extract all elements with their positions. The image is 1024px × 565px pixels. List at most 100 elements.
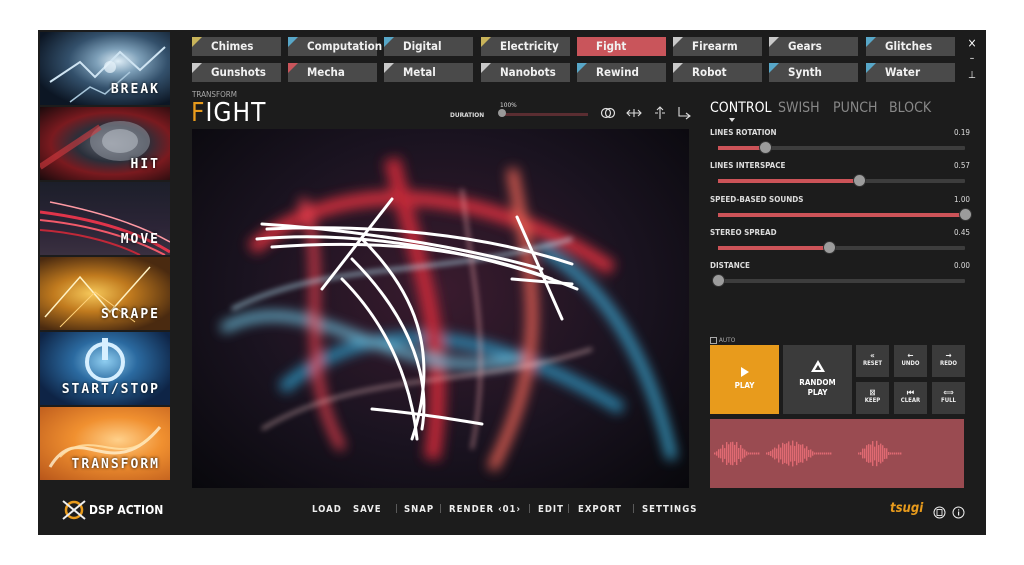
preset-firearm[interactable]: Firearm: [673, 37, 762, 56]
preset-mecha[interactable]: Mecha: [288, 63, 377, 82]
category-move[interactable]: MOVE: [40, 182, 170, 255]
slider-knob[interactable]: [823, 240, 837, 254]
preset-color-marker: [769, 63, 779, 73]
undo-button[interactable]: ← UNDO: [894, 345, 927, 377]
preset-color-marker: [192, 63, 202, 73]
waveform-bar: [772, 449, 774, 458]
category-hit[interactable]: HIT: [40, 107, 170, 180]
tab-block[interactable]: BLOCK: [889, 100, 931, 116]
category-transform[interactable]: TRANSFORM: [40, 407, 170, 480]
preset-synth[interactable]: Synth: [769, 63, 858, 82]
preset-rewind[interactable]: Rewind: [577, 63, 666, 82]
slider-knob[interactable]: [712, 274, 725, 288]
pin-button[interactable]: ⊥: [966, 70, 978, 81]
speed-based-sounds-value: 1.00: [953, 194, 970, 204]
preset-color-marker: [288, 37, 298, 47]
waveform-bar: [794, 445, 796, 462]
auto-label: AUTO: [718, 336, 736, 344]
active-tab-indicator: [729, 118, 735, 122]
auto-checkbox[interactable]: AUTO: [710, 336, 735, 344]
waveform-bar: [870, 444, 872, 463]
waveform[interactable]: [710, 419, 964, 488]
preset-electricity[interactable]: Electricity: [481, 37, 570, 56]
preset-robot[interactable]: Robot: [673, 63, 762, 82]
rotate-icon[interactable]: [652, 106, 668, 120]
distance-slider[interactable]: [712, 274, 965, 288]
preset-digital[interactable]: Digital: [384, 37, 473, 56]
preset-computation[interactable]: Computation: [288, 37, 382, 56]
waveform-bar: [726, 442, 728, 465]
random-play-button[interactable]: RANDOM PLAY: [783, 345, 852, 414]
preset-label: Water: [885, 65, 921, 79]
preset-gears[interactable]: Gears: [769, 37, 858, 56]
tab-punch[interactable]: PUNCH: [833, 100, 878, 116]
waveform-bar: [808, 449, 810, 458]
minimize-button[interactable]: –: [966, 53, 978, 64]
preset-metal[interactable]: Metal: [384, 63, 473, 82]
full-button[interactable]: ⟺ FULL: [932, 382, 965, 414]
tab-swish[interactable]: SWISH: [778, 100, 820, 116]
register-icon[interactable]: [933, 506, 946, 519]
preset-glitches[interactable]: Glitches: [866, 37, 955, 56]
clear-button[interactable]: ⏮ CLEAR: [894, 382, 927, 414]
waveform-bar: [736, 441, 738, 466]
close-button[interactable]: ×: [966, 36, 978, 50]
category-scrape[interactable]: SCRAPE: [40, 257, 170, 330]
brand-logo[interactable]: tsugi: [890, 501, 923, 516]
preset-label: Computation: [307, 39, 383, 53]
category-break[interactable]: BREAK: [40, 32, 170, 105]
tab-control[interactable]: CONTROL: [710, 100, 772, 116]
menu-edit[interactable]: EDIT: [538, 504, 564, 515]
menu-snap[interactable]: SNAP: [404, 504, 434, 515]
canvas-art: [219, 157, 677, 472]
preset-fight[interactable]: Fight: [577, 37, 666, 56]
preset-nanobots[interactable]: Nanobots: [481, 63, 570, 82]
reset-icon: «: [870, 351, 875, 360]
redo-button[interactable]: → REDO: [932, 345, 965, 377]
keep-button[interactable]: ⊠ KEEP: [856, 382, 889, 414]
info-icon[interactable]: [952, 506, 965, 519]
corner-icon[interactable]: [676, 106, 692, 120]
preset-gunshots[interactable]: Gunshots: [192, 63, 281, 82]
menu-export[interactable]: EXPORT: [578, 504, 622, 515]
horizontal-flip-icon[interactable]: [626, 106, 642, 120]
menu-save[interactable]: SAVE: [353, 504, 382, 515]
preset-label: Nanobots: [500, 65, 556, 79]
waveform-bar: [804, 448, 806, 459]
slider-fill: [718, 245, 830, 250]
waveform-bar: [744, 449, 746, 458]
menu-settings[interactable]: SETTINGS: [642, 504, 697, 515]
waveform-bar: [872, 441, 874, 466]
waveform-bar: [722, 444, 724, 463]
distance-label: DISTANCE: [710, 261, 750, 271]
preset-label: Robot: [692, 65, 727, 79]
duration-slider[interactable]: [498, 109, 588, 117]
duration-knob[interactable]: [498, 109, 506, 117]
waveform-bar: [788, 441, 790, 466]
slider-fill: [718, 212, 965, 217]
slider-knob[interactable]: [758, 141, 772, 154]
stereo-spread-slider[interactable]: [718, 240, 965, 254]
menu-load[interactable]: LOAD: [312, 504, 342, 515]
auto-checkbox-box[interactable]: [710, 336, 717, 344]
speed-based-sounds-slider[interactable]: [718, 207, 972, 221]
preset-label: Chimes: [211, 39, 254, 53]
play-button[interactable]: PLAY: [710, 345, 779, 414]
preset-chimes[interactable]: Chimes: [192, 37, 281, 56]
category-start-stop[interactable]: START/STOP: [40, 332, 170, 405]
lines-interspace-slider[interactable]: [718, 174, 965, 188]
clear-icon: ⏮: [906, 388, 915, 397]
drawing-canvas[interactable]: [192, 129, 689, 488]
symmetry-icon[interactable]: [600, 106, 616, 120]
waveform-bar: [890, 452, 892, 455]
menu-render-01[interactable]: RENDER ‹01›: [449, 504, 521, 515]
reset-button[interactable]: «RESET: [856, 345, 889, 377]
lines-rotation-slider[interactable]: [718, 141, 965, 154]
menu-separator: |: [528, 504, 531, 514]
preset-water[interactable]: Water: [866, 63, 955, 82]
slider-knob[interactable]: [959, 207, 972, 221]
waveform-bar: [716, 451, 718, 456]
waveform-bar: [800, 444, 802, 463]
waveform-bar: [878, 445, 880, 462]
slider-knob[interactable]: [852, 174, 866, 188]
